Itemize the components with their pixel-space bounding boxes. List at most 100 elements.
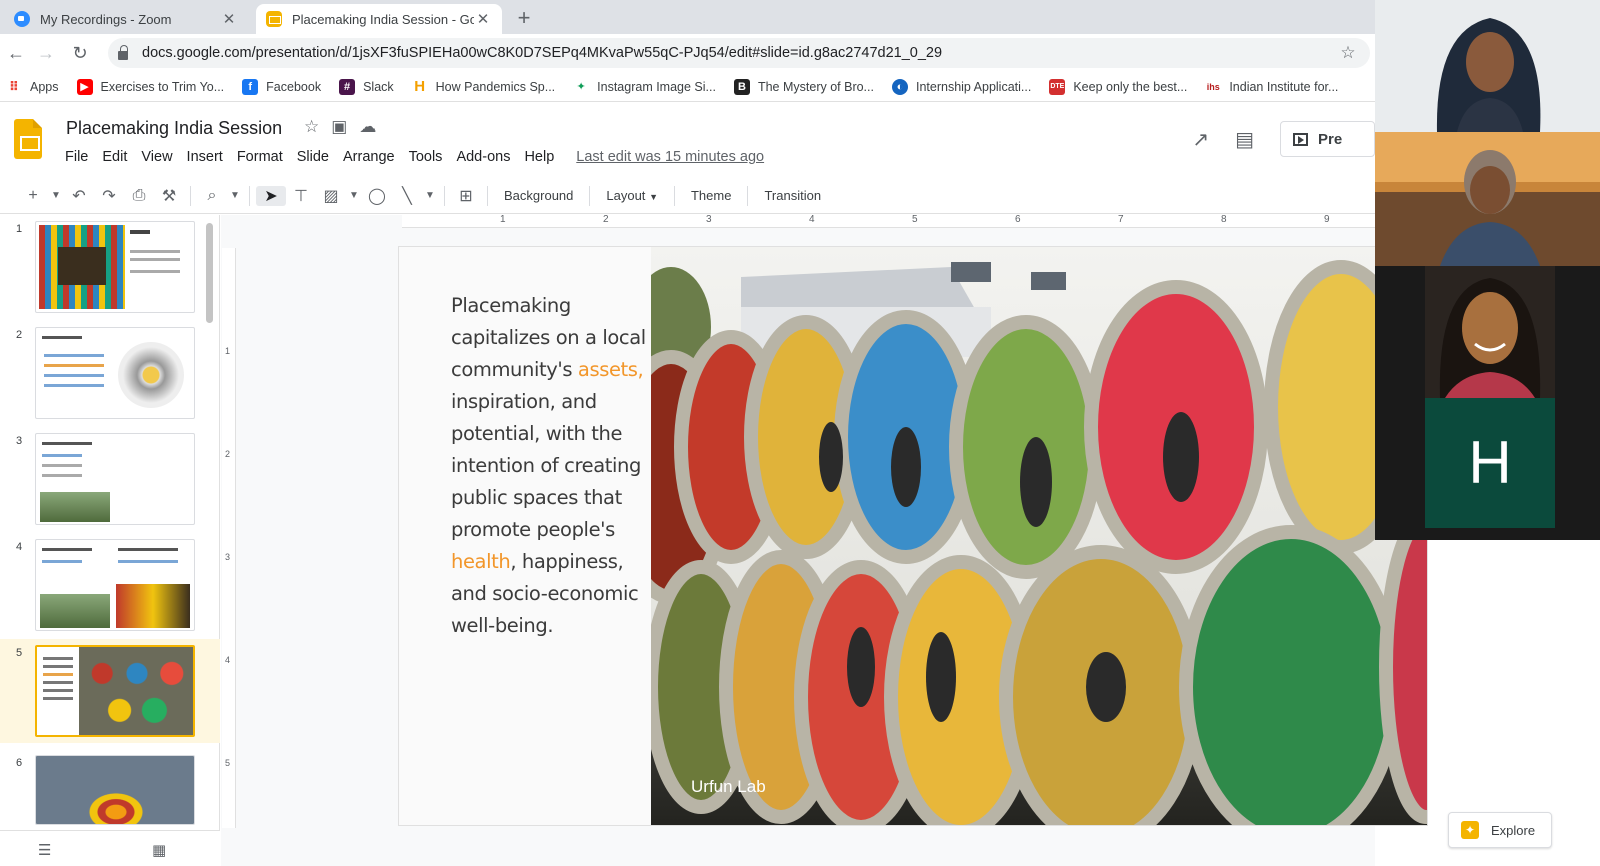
- thumbnail-text: [118, 560, 178, 563]
- slide-thumbnail[interactable]: [35, 433, 195, 525]
- bookmark-item[interactable]: f Facebook: [242, 78, 321, 95]
- facebook-icon: f: [242, 78, 259, 95]
- menu-format[interactable]: Format: [230, 147, 290, 167]
- slide-thumbnail-row[interactable]: 3: [0, 427, 220, 527]
- slide-thumbnail-row[interactable]: 1: [0, 215, 220, 315]
- bookmark-item[interactable]: ✦ Instagram Image Si...: [573, 78, 716, 95]
- slide-thumbnail-row[interactable]: 2: [0, 321, 220, 421]
- tab-zoom-recordings[interactable]: My Recordings - Zoom ✕: [4, 4, 248, 34]
- zoom-icon[interactable]: ⌕: [197, 187, 227, 205]
- concrete-pipes-photo[interactable]: [651, 247, 1428, 826]
- new-slide-icon[interactable]: +: [18, 187, 48, 205]
- thumbnail-image: [40, 492, 110, 522]
- forward-arrow-icon[interactable]: →: [34, 41, 58, 65]
- lock-icon: [118, 44, 128, 60]
- menu-tools[interactable]: Tools: [402, 147, 450, 167]
- close-icon[interactable]: ✕: [220, 10, 238, 28]
- present-button[interactable]: Pre: [1280, 121, 1375, 157]
- slide-number: 3: [16, 435, 23, 447]
- explore-button[interactable]: ✦ Explore: [1448, 812, 1552, 848]
- bookmark-item[interactable]: ◐ Internship Applicati...: [891, 78, 1031, 95]
- theme-button[interactable]: Theme: [681, 188, 741, 203]
- bookmark-item[interactable]: # Slack: [339, 78, 394, 95]
- background-button[interactable]: Background: [494, 188, 583, 203]
- slide-body-text[interactable]: Placemaking capitalizes on a local commu…: [451, 290, 651, 642]
- thumbnail-image: [118, 342, 184, 408]
- zoom-participants-panel: H: [1375, 0, 1600, 540]
- participant-video-tile[interactable]: [1375, 132, 1600, 266]
- cloud-status-icon[interactable]: ☁: [359, 117, 376, 137]
- slide-thumbnail[interactable]: [35, 327, 195, 419]
- layout-button[interactable]: Layout ▼: [596, 188, 668, 203]
- new-tab-button[interactable]: +: [510, 4, 538, 32]
- participant-video-tile[interactable]: [1375, 0, 1600, 132]
- thumbnail-text: [42, 474, 82, 477]
- line-icon[interactable]: ╲: [392, 186, 422, 206]
- move-to-folder-icon[interactable]: ▣: [331, 117, 347, 137]
- thumbnail-text: [43, 689, 73, 692]
- menu-arrange[interactable]: Arrange: [336, 147, 402, 167]
- bookmark-item[interactable]: ihs Indian Institute for...: [1205, 78, 1338, 95]
- menu-slide[interactable]: Slide: [290, 147, 336, 167]
- url-field[interactable]: docs.google.com/presentation/d/1jsXF3fuS…: [108, 38, 1370, 68]
- divider: [673, 185, 675, 206]
- slide-thumbnail[interactable]: [35, 539, 195, 631]
- text-box-icon[interactable]: ⊤: [286, 186, 316, 206]
- print-icon[interactable]: ⎙: [124, 187, 154, 205]
- chevron-down-icon[interactable]: ▼: [422, 190, 438, 201]
- select-cursor-icon[interactable]: ➤: [256, 185, 286, 206]
- explore-icon: ✦: [1461, 821, 1479, 839]
- bookmark-item[interactable]: B The Mystery of Bro...: [733, 78, 874, 95]
- participant-initial-tile[interactable]: H: [1375, 398, 1600, 530]
- menu-edit[interactable]: Edit: [95, 147, 134, 167]
- slide-thumbnail-row[interactable]: 4: [0, 533, 220, 633]
- chevron-down-icon[interactable]: ▼: [48, 190, 64, 201]
- tab-placemaking-slides[interactable]: Placemaking India Session - Goo ✕: [256, 4, 502, 34]
- chevron-down-icon[interactable]: ▼: [227, 190, 243, 201]
- comments-icon[interactable]: ▤: [1235, 127, 1254, 152]
- thumbnail-text: [118, 548, 178, 551]
- add-comment-icon[interactable]: ⊞: [451, 186, 481, 206]
- current-slide[interactable]: Placemaking capitalizes on a local commu…: [398, 246, 1428, 826]
- last-edit-link[interactable]: Last edit was 15 minutes ago: [569, 147, 771, 167]
- filmstrip-view-icon[interactable]: ☰: [38, 841, 51, 859]
- bookmark-star-icon[interactable]: ☆: [1336, 43, 1360, 63]
- grid-view-icon[interactable]: ▦: [152, 841, 166, 859]
- bookmark-item[interactable]: DTE Keep only the best...: [1049, 78, 1187, 95]
- divider: [249, 185, 250, 206]
- menu-add-ons[interactable]: Add-ons: [449, 147, 517, 167]
- menu-file[interactable]: File: [58, 147, 95, 167]
- menu-view[interactable]: View: [134, 147, 179, 167]
- participant-video-tile[interactable]: [1375, 266, 1600, 398]
- thumbnail-text: [42, 548, 92, 551]
- slide-thumbnail-row-current[interactable]: 5: [0, 639, 220, 743]
- shape-icon[interactable]: ◯: [362, 186, 392, 206]
- redo-icon[interactable]: ↷: [94, 186, 124, 206]
- highlight-assets: assets,: [577, 358, 644, 381]
- thumbnail-image: [40, 594, 110, 628]
- presentation-title[interactable]: Placemaking India Session: [66, 118, 282, 139]
- star-icon[interactable]: ☆: [304, 117, 319, 137]
- close-icon[interactable]: ✕: [474, 10, 492, 28]
- menu-help[interactable]: Help: [517, 147, 561, 167]
- bookmark-item[interactable]: H How Pandemics Sp...: [411, 78, 555, 95]
- ruler-tick: 8: [1221, 214, 1227, 225]
- transition-button[interactable]: Transition: [754, 188, 831, 203]
- paint-format-icon[interactable]: ⚒: [154, 186, 184, 206]
- bookmark-apps[interactable]: ⠿ Apps: [6, 78, 59, 95]
- image-icon[interactable]: ▨: [316, 186, 346, 206]
- menu-insert[interactable]: Insert: [180, 147, 230, 167]
- divider: [444, 185, 445, 206]
- back-arrow-icon[interactable]: ←: [4, 41, 28, 65]
- undo-icon[interactable]: ↶: [64, 186, 94, 206]
- explore-label: Explore: [1491, 822, 1536, 838]
- chevron-down-icon[interactable]: ▼: [346, 190, 362, 201]
- slide-thumbnail[interactable]: [35, 221, 195, 313]
- thumbnail-text: [44, 364, 104, 367]
- slide-thumbnail[interactable]: [35, 755, 195, 825]
- slide-thumbnail-selected[interactable]: [35, 645, 195, 737]
- activity-trend-icon[interactable]: ↗: [1192, 127, 1209, 152]
- reload-icon[interactable]: ↻: [68, 41, 92, 65]
- bookmark-item[interactable]: ▶ Exercises to Trim Yo...: [76, 78, 224, 95]
- google-slides-logo-icon[interactable]: [14, 119, 42, 159]
